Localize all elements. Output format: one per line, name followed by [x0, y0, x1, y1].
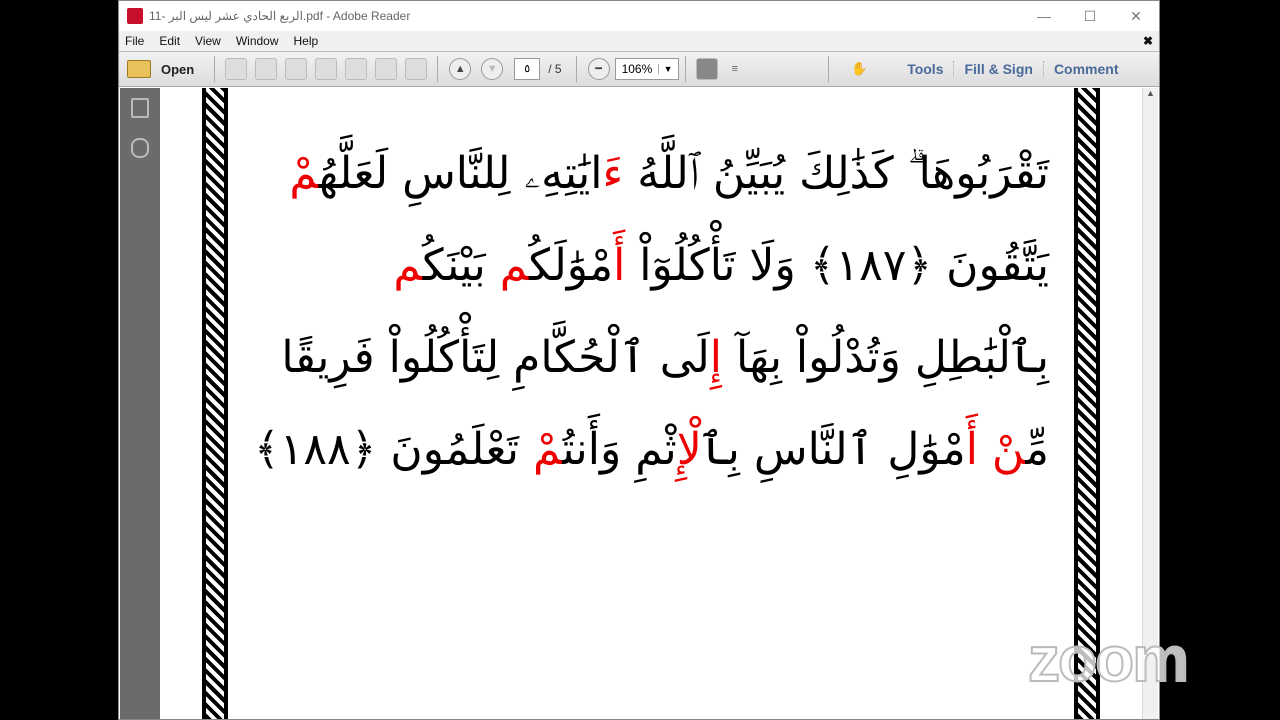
save-icon[interactable]: [345, 58, 368, 80]
tools-button[interactable]: Tools: [897, 61, 953, 77]
menu-help[interactable]: Help: [294, 34, 319, 48]
text-segment: ايَٰتِهِۦ لِلنَّاسِ لَعَلَّهُ: [318, 148, 603, 199]
fit-page-icon[interactable]: [695, 58, 718, 80]
menu-window[interactable]: Window: [236, 34, 279, 48]
text-line: مِّنْ أَمْوَٰلِ ٱلنَّاسِ بِٱلْإِثْمِ وَأ…: [244, 404, 1049, 496]
email-icon[interactable]: [405, 58, 428, 80]
pdf-page: تَقْرَبُوهَا ۗ كَذَٰلِكَ يُبَيِّنُ ٱللَّ…: [164, 88, 1139, 719]
zoom-select[interactable]: 106% ▼: [614, 58, 679, 80]
chevron-down-icon[interactable]: ▼: [657, 64, 678, 74]
print-icon[interactable]: [375, 58, 398, 80]
document-area: تَقْرَبُوهَا ۗ كَذَٰلِكَ يُبَيِّنُ ٱللَّ…: [119, 88, 1159, 719]
highlighted-text: مْ: [289, 148, 319, 199]
close-document-icon[interactable]: ✖: [1143, 34, 1153, 48]
highlighted-text: م: [499, 240, 530, 291]
text-segment: مْوَٰلِ ٱلنَّاسِ بِٱ: [701, 424, 966, 475]
highlighted-text: إِ: [709, 332, 723, 383]
toolbar: Open ▲ ▼ ٥ / 5 ━ 106% ▼ ≡ ✋ Tools Fill & …: [119, 51, 1159, 87]
divider: [214, 56, 216, 82]
maximize-button[interactable]: ☐: [1067, 8, 1113, 25]
comment-button[interactable]: Comment: [1042, 61, 1129, 77]
text-segment: مْوَٰلَكُ: [529, 240, 614, 291]
create-pdf-icon[interactable]: [225, 58, 248, 80]
title-bar: الربع الحادي عشر ليس البر -11.pdf - Adob…: [119, 1, 1159, 31]
zoom-out-icon[interactable]: ━: [587, 58, 610, 80]
page-total: / 5: [548, 62, 562, 76]
highlighted-text: مْ: [532, 424, 563, 475]
menu-file[interactable]: File: [125, 34, 144, 48]
adobe-reader-window: الربع الحادي عشر ليس البر -11.pdf - Adob…: [118, 0, 1160, 720]
folder-icon[interactable]: [127, 60, 151, 78]
text-segment: مِّ: [1025, 424, 1049, 475]
divider: [437, 56, 439, 82]
page-thumbnails-icon[interactable]: [131, 98, 149, 118]
window-title: الربع الحادي عشر ليس البر -11.pdf - Adob…: [149, 9, 411, 23]
previous-page-icon[interactable]: ▲: [449, 58, 472, 80]
highlighted-text: نْ أَ: [965, 424, 1026, 475]
highlighted-text: لْإِ: [676, 424, 702, 475]
export-pdf-icon[interactable]: [255, 58, 278, 80]
text-segment: تَعْلَمُونَ ﴿١٨٨﴾: [253, 424, 533, 475]
text-line: تَقْرَبُوهَا ۗ كَذَٰلِكَ يُبَيِّنُ ٱللَّ…: [244, 128, 1049, 220]
cloud-upload-icon[interactable]: [315, 58, 338, 80]
fill-sign-button[interactable]: Fill & Sign: [953, 61, 1042, 77]
hand-tool-icon[interactable]: ✋: [851, 61, 867, 77]
text-segment: يَتَّقُونَ ﴿١٨٧﴾ وَلَا تَأْكُلُوٓاْ: [625, 240, 1049, 291]
customize-toolbar-icon[interactable]: ≡: [732, 63, 738, 75]
edit-pdf-icon[interactable]: [285, 58, 308, 80]
divider: [575, 56, 577, 82]
close-button[interactable]: ✕: [1113, 8, 1159, 25]
page-number-input[interactable]: ٥: [514, 58, 541, 80]
open-button[interactable]: Open: [161, 62, 194, 77]
text-segment: ثْمِ وَأَنتُ: [562, 424, 677, 475]
text-line: يَتَّقُونَ ﴿١٨٧﴾ وَلَا تَأْكُلُوٓاْ أَمْ…: [244, 220, 1049, 312]
menu-view[interactable]: View: [195, 34, 221, 48]
text-segment: تَقْرَبُوهَا ۗ كَذَٰلِكَ يُبَيِّنُ ٱللَّ…: [623, 148, 1049, 199]
highlighted-text: م: [393, 240, 423, 291]
divider: [828, 56, 829, 82]
menu-bar: File Edit View Window Help ✖: [119, 31, 1159, 51]
highlighted-text: أَ: [613, 240, 626, 291]
text-line: بِٱلْبَٰطِلِ وَتُدْلُواْ بِهَآ إِلَى ٱلْ…: [244, 312, 1049, 404]
text-segment: لَى ٱلْحُكَّامِ لِتَأْكُلُواْ فَرِيقًا: [281, 332, 710, 383]
highlighted-text: ءَ: [602, 148, 624, 199]
next-page-icon[interactable]: ▼: [481, 58, 504, 80]
navigation-pane: [120, 88, 160, 719]
text-segment: بَيْنَكُ: [422, 240, 500, 291]
quran-text: تَقْرَبُوهَا ۗ كَذَٰلِكَ يُبَيِّنُ ٱللَّ…: [244, 128, 1049, 496]
decorative-border-right: [202, 88, 228, 719]
divider: [684, 56, 686, 82]
text-segment: بِٱلْبَٰطِلِ وَتُدْلُواْ بِهَآ: [722, 332, 1049, 383]
minimize-button[interactable]: —: [1021, 8, 1067, 25]
zoom-value: 106%: [621, 62, 653, 76]
zoom-watermark-logo: zoom: [1027, 622, 1190, 696]
adobe-pdf-icon: [127, 8, 143, 24]
attachments-icon[interactable]: [131, 138, 149, 158]
menu-edit[interactable]: Edit: [159, 34, 180, 48]
